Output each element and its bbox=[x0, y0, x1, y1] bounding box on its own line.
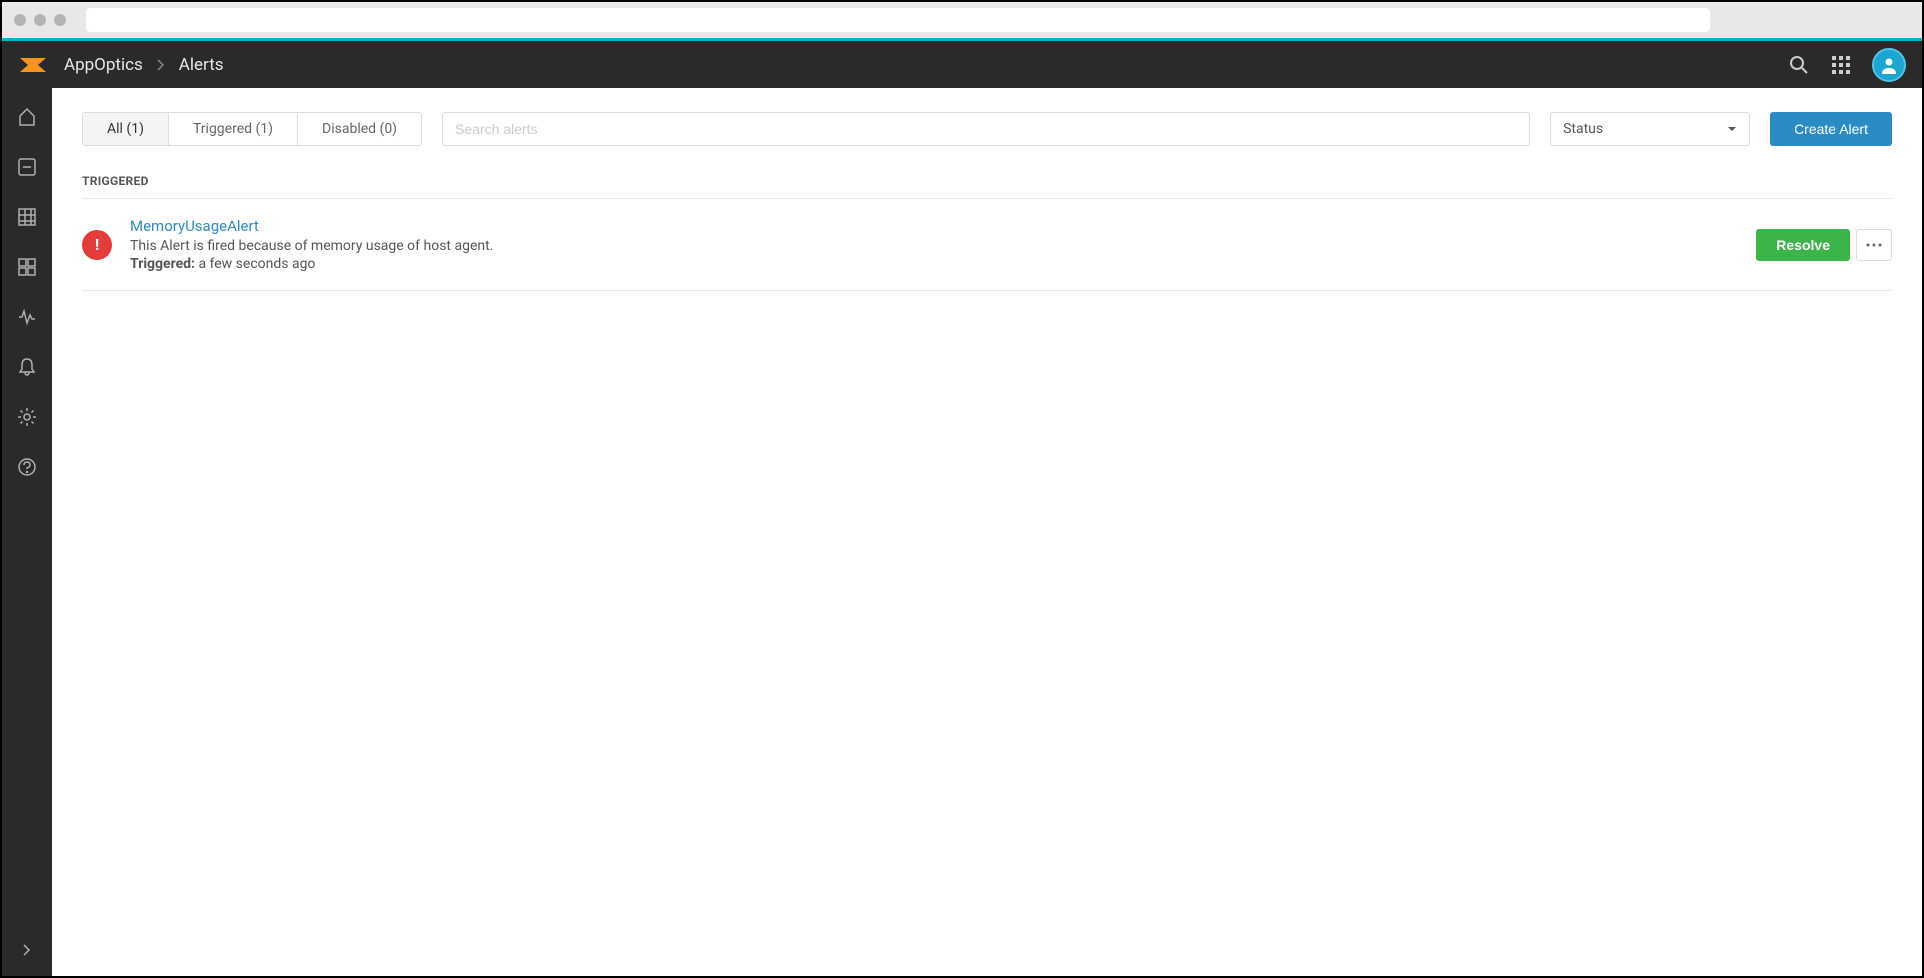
main-area: All (1) Triggered (1) Disabled (0) Statu… bbox=[2, 88, 1922, 976]
apps-grid-icon[interactable] bbox=[1830, 54, 1852, 76]
more-actions-button[interactable] bbox=[1856, 229, 1892, 261]
filter-tabs: All (1) Triggered (1) Disabled (0) bbox=[82, 112, 422, 146]
section-triggered-label: TRIGGERED bbox=[82, 174, 1892, 188]
close-window-button[interactable] bbox=[14, 14, 26, 26]
top-nav-right bbox=[1788, 48, 1906, 82]
user-avatar[interactable] bbox=[1872, 48, 1906, 82]
resolve-button[interactable]: Resolve bbox=[1756, 229, 1850, 261]
sidebar bbox=[2, 88, 52, 976]
content: All (1) Triggered (1) Disabled (0) Statu… bbox=[52, 88, 1922, 976]
breadcrumb: AppOptics Alerts bbox=[64, 55, 224, 75]
tab-disabled[interactable]: Disabled (0) bbox=[298, 113, 421, 145]
triggered-value: a few seconds ago bbox=[195, 256, 315, 272]
browser-chrome bbox=[2, 2, 1922, 38]
tab-triggered[interactable]: Triggered (1) bbox=[169, 113, 298, 145]
create-alert-button[interactable]: Create Alert bbox=[1770, 112, 1892, 146]
alert-actions: Resolve bbox=[1756, 229, 1892, 261]
sidebar-expand-icon[interactable] bbox=[2, 930, 52, 970]
window-controls bbox=[14, 14, 66, 26]
status-dropdown[interactable]: Status bbox=[1550, 112, 1750, 146]
url-bar[interactable] bbox=[86, 8, 1710, 32]
minimize-window-button[interactable] bbox=[34, 14, 46, 26]
sidebar-settings-icon[interactable] bbox=[16, 406, 38, 428]
search-icon[interactable] bbox=[1788, 54, 1810, 76]
maximize-window-button[interactable] bbox=[54, 14, 66, 26]
alert-description: This Alert is fired because of memory us… bbox=[130, 238, 1738, 254]
sidebar-metrics-icon[interactable] bbox=[16, 306, 38, 328]
alert-meta: Triggered: a few seconds ago bbox=[130, 256, 1738, 272]
sidebar-integrations-icon[interactable] bbox=[16, 256, 38, 278]
sidebar-home-icon[interactable] bbox=[16, 106, 38, 128]
top-nav: AppOptics Alerts bbox=[2, 41, 1922, 88]
triggered-label: Triggered: bbox=[130, 256, 195, 272]
sidebar-alerts-icon[interactable] bbox=[16, 356, 38, 378]
window-frame: AppOptics Alerts bbox=[0, 0, 1924, 978]
tab-all[interactable]: All (1) bbox=[83, 113, 169, 145]
alert-badge-icon: ! bbox=[82, 230, 112, 260]
brand-logo-icon[interactable] bbox=[18, 54, 48, 76]
alert-list: ! MemoryUsageAlert This Alert is fired b… bbox=[82, 198, 1892, 291]
controls-row: All (1) Triggered (1) Disabled (0) Statu… bbox=[82, 112, 1892, 146]
status-dropdown-label: Status bbox=[1563, 121, 1603, 137]
sidebar-dashboards-icon[interactable] bbox=[16, 206, 38, 228]
breadcrumb-app[interactable]: AppOptics bbox=[64, 55, 143, 75]
breadcrumb-page: Alerts bbox=[179, 55, 224, 75]
alert-body: MemoryUsageAlert This Alert is fired bec… bbox=[130, 217, 1738, 272]
chevron-right-icon bbox=[157, 59, 165, 71]
logo-area: AppOptics Alerts bbox=[18, 54, 224, 76]
caret-down-icon bbox=[1727, 126, 1737, 132]
alert-item: ! MemoryUsageAlert This Alert is fired b… bbox=[82, 199, 1892, 291]
sidebar-apm-icon[interactable] bbox=[16, 156, 38, 178]
ellipsis-icon bbox=[1866, 243, 1882, 247]
alert-name-link[interactable]: MemoryUsageAlert bbox=[130, 217, 1738, 235]
search-input[interactable] bbox=[442, 112, 1530, 146]
sidebar-help-icon[interactable] bbox=[16, 456, 38, 478]
